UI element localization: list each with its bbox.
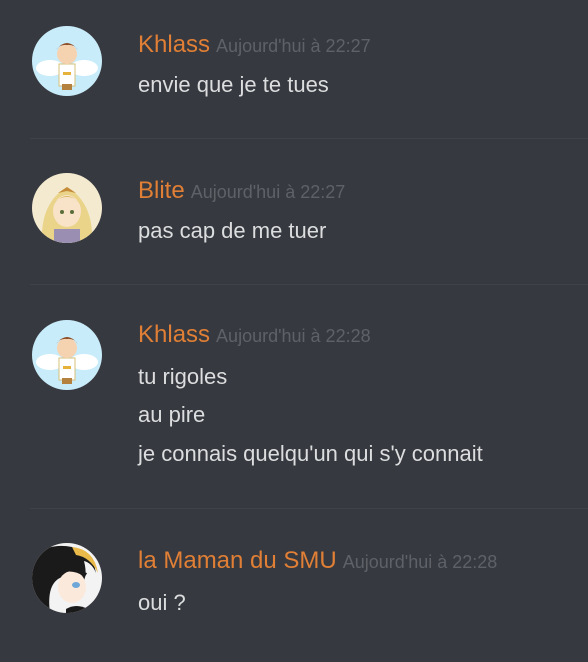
- user-avatar[interactable]: [32, 26, 102, 96]
- message-text: envie que je te tues: [138, 72, 329, 97]
- message-text: oui ?: [138, 590, 186, 615]
- username[interactable]: la Maman du SMU: [138, 547, 337, 574]
- user-avatar[interactable]: [32, 320, 102, 390]
- user-avatar[interactable]: [32, 173, 102, 243]
- timestamp: Aujourd'hui à 22:27: [190, 182, 346, 202]
- timestamp: Aujourd'hui à 22:28: [342, 552, 498, 572]
- message-text: au pire: [138, 402, 206, 427]
- message-divider: [30, 508, 588, 509]
- message-text: je connais quelqu'un qui s'y connait: [138, 441, 483, 466]
- message-divider: [30, 284, 588, 285]
- pit-character-avatar-icon: [32, 320, 102, 390]
- user-avatar[interactable]: [32, 543, 102, 613]
- timestamp: Aujourd'hui à 22:27: [216, 36, 371, 56]
- message-divider: [30, 138, 588, 139]
- pit-character-avatar-icon: [32, 26, 102, 96]
- username[interactable]: Khlass: [138, 321, 210, 348]
- anime-character-avatar-icon: [32, 543, 102, 613]
- username[interactable]: Blite: [138, 177, 185, 204]
- username[interactable]: Khlass: [138, 31, 210, 58]
- timestamp: Aujourd'hui à 22:28: [216, 326, 371, 346]
- zelda-character-avatar-icon: [32, 173, 102, 243]
- message-text: pas cap de me tuer: [138, 218, 327, 243]
- message-text: tu rigoles: [138, 364, 228, 389]
